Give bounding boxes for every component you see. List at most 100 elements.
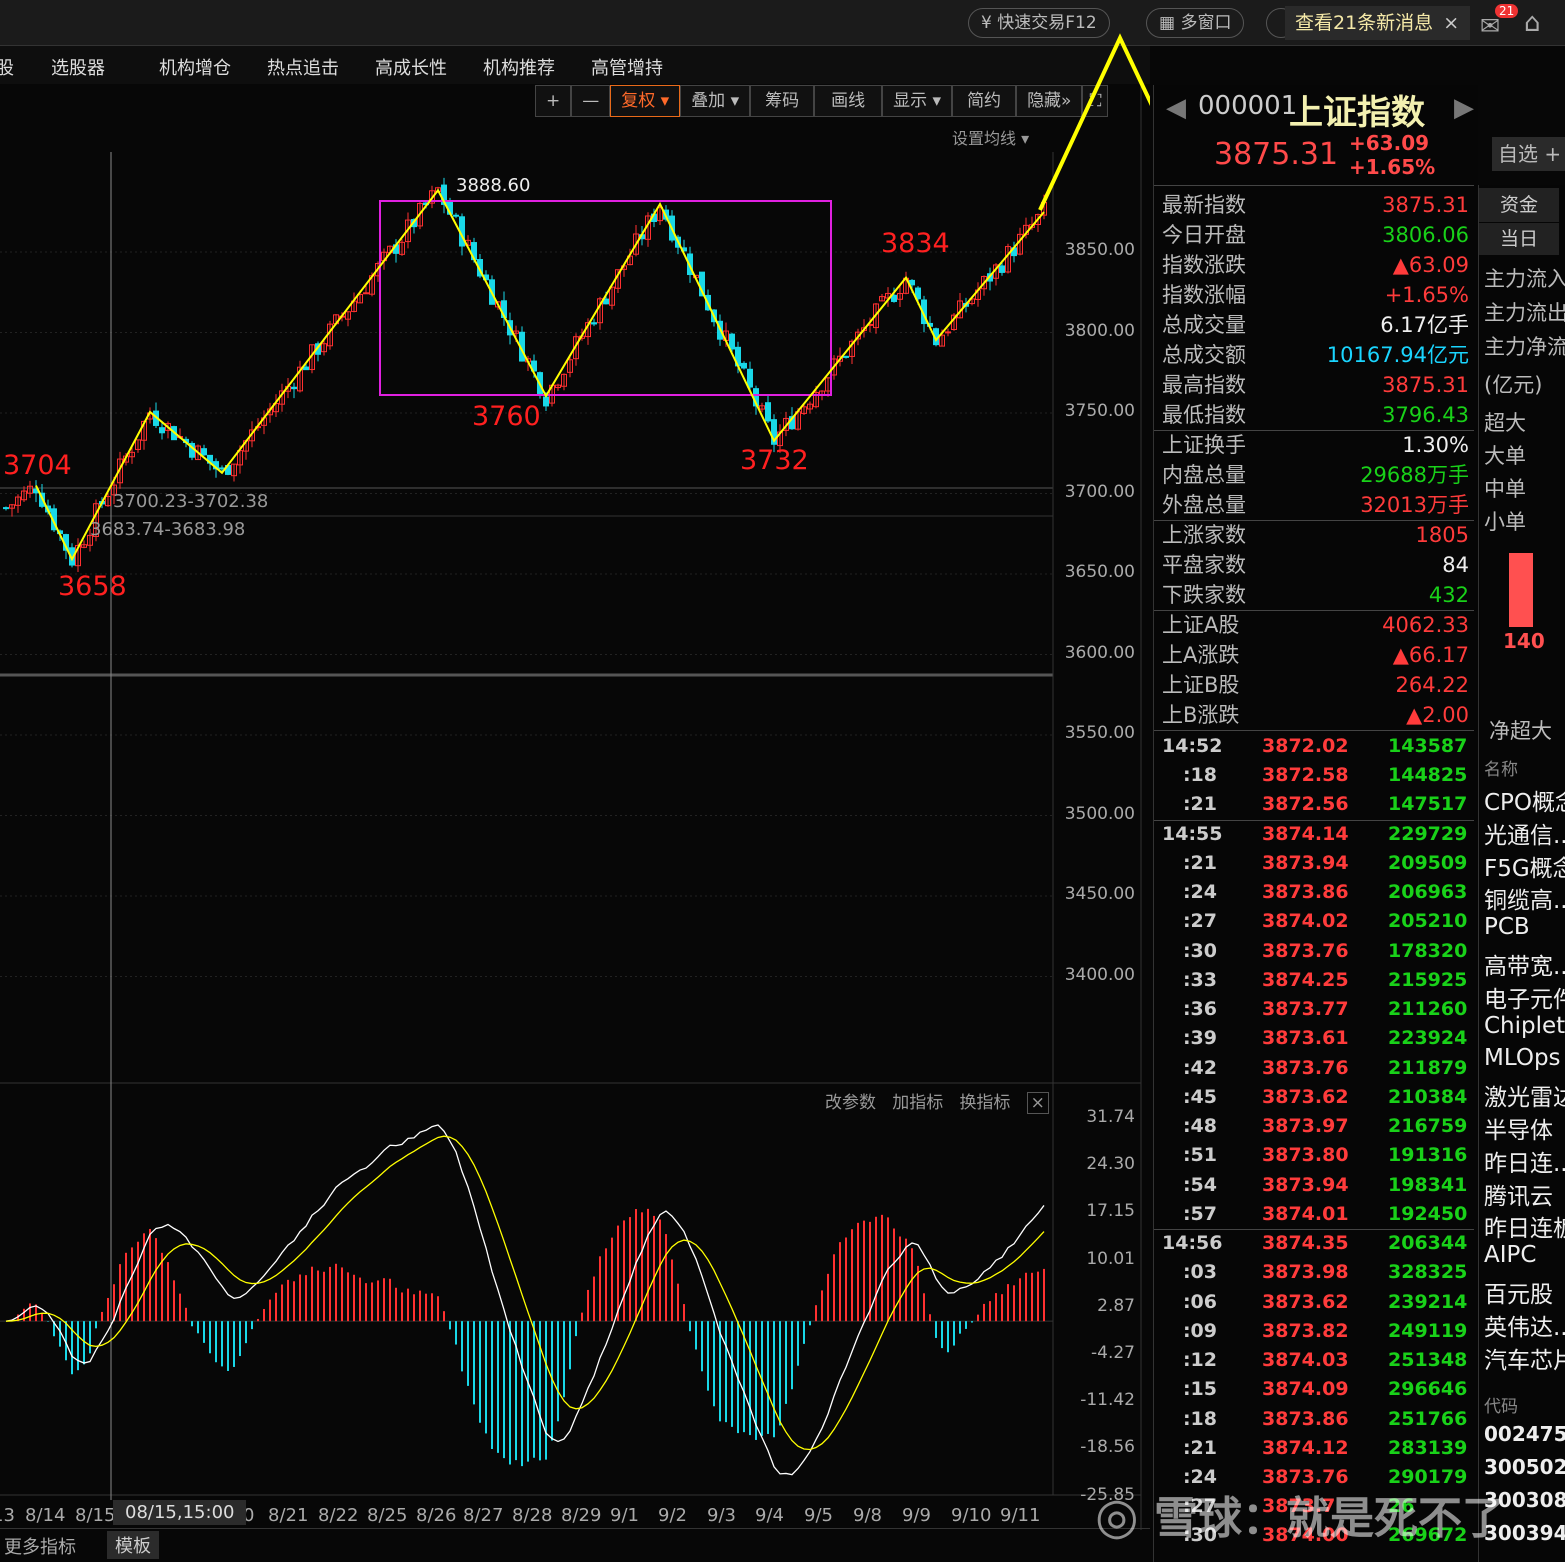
range-label: 3700.23-3702.38 bbox=[113, 491, 269, 512]
sector-item[interactable]: CPO概念 bbox=[1484, 783, 1565, 817]
tick-volume: 143587 bbox=[1388, 735, 1468, 757]
tick-row: :30 3873.76 178320 bbox=[1154, 937, 1467, 966]
tab-today[interactable]: 当日 bbox=[1479, 223, 1559, 255]
net-super-large-label: 净超大 bbox=[1489, 719, 1552, 743]
tick-volume: 198341 bbox=[1388, 1173, 1468, 1196]
stat-label: 上涨家数 bbox=[1162, 523, 1246, 547]
tick-row: :18 3872.58 144825 bbox=[1154, 761, 1467, 790]
tick-price: 3873.77 bbox=[1262, 998, 1349, 1021]
crosshair-date-label: 08/15,15:00 bbox=[113, 1500, 247, 1525]
bottom-bar: 更多指标 模板 bbox=[0, 1528, 1150, 1562]
tick-volume: 192450 bbox=[1388, 1202, 1468, 1225]
switch-indicator-button[interactable]: 换指标 bbox=[959, 1093, 1010, 1113]
stat-label: 上证换手 bbox=[1162, 433, 1246, 457]
sector-item[interactable]: AIPC bbox=[1484, 1242, 1536, 1268]
stock-code-item[interactable]: 002475 bbox=[1484, 1422, 1565, 1446]
template-button[interactable]: 模板 bbox=[107, 1531, 159, 1559]
tick-price: 3873.62 bbox=[1262, 1290, 1349, 1313]
tab-fund[interactable]: 资金 bbox=[1479, 188, 1559, 222]
sector-item[interactable]: PCB bbox=[1484, 914, 1530, 940]
sector-item[interactable]: 百元股 bbox=[1484, 1275, 1553, 1309]
price-tick-label: 3650.00 bbox=[1064, 562, 1135, 582]
stat-label: 最新指数 bbox=[1162, 193, 1246, 217]
stat-row: 上涨家数 1805 bbox=[1162, 520, 1469, 550]
macd-tick-label: 31.74 bbox=[1086, 1107, 1135, 1127]
sector-item[interactable]: 昨日连... bbox=[1484, 1144, 1565, 1178]
candle bbox=[543, 396, 549, 407]
next-stock-icon[interactable]: ▶ bbox=[1454, 93, 1474, 123]
name-header: 名称 bbox=[1484, 760, 1518, 780]
stat-value: 84 bbox=[1442, 553, 1469, 577]
prev-stock-icon[interactable]: ◀ bbox=[1166, 93, 1186, 123]
sector-item[interactable]: MLOps bbox=[1484, 1045, 1561, 1071]
tick-row: :24 3873.86 206963 bbox=[1154, 878, 1467, 907]
tick-volume: 216759 bbox=[1388, 1115, 1468, 1138]
more-indicators-button[interactable]: 更多指标 bbox=[4, 1533, 76, 1559]
stat-label: 今日开盘 bbox=[1162, 223, 1246, 247]
fund-label: (亿元) bbox=[1484, 373, 1543, 397]
sector-item[interactable]: Chiplet bbox=[1484, 1013, 1565, 1039]
message-notification-tab[interactable]: 查看21条新消息 × bbox=[1285, 6, 1470, 40]
sector-item[interactable]: 汽车芯片 bbox=[1484, 1341, 1565, 1375]
add-indicator-button[interactable]: 加指标 bbox=[892, 1093, 943, 1113]
sector-item[interactable]: 铜缆高... bbox=[1484, 881, 1565, 915]
close-icon[interactable]: × bbox=[1443, 12, 1459, 34]
tick-price: 3873.94 bbox=[1262, 1173, 1349, 1196]
stat-row: 今日开盘 3806.06 bbox=[1162, 220, 1469, 250]
sector-item[interactable]: 激光雷达 bbox=[1484, 1078, 1565, 1112]
add-watchlist-button[interactable]: 自选 + bbox=[1492, 137, 1565, 171]
stat-row: 内盘总量 29688万手 bbox=[1162, 460, 1469, 490]
tick-row: :33 3874.25 215925 bbox=[1154, 966, 1468, 995]
stock-code-item[interactable]: 300502 bbox=[1484, 1455, 1565, 1479]
sector-item[interactable]: 腾讯云 bbox=[1484, 1177, 1553, 1211]
candle bbox=[453, 214, 459, 217]
date-label: 9/5 bbox=[804, 1505, 833, 1526]
close-indicator-button[interactable]: × bbox=[1026, 1092, 1049, 1114]
tick-price: 3873.76 bbox=[1262, 1056, 1349, 1079]
candle bbox=[363, 292, 369, 295]
sector-item[interactable]: 英伟达... bbox=[1484, 1308, 1565, 1342]
kline-chart[interactable] bbox=[0, 0, 1150, 1530]
sector-item[interactable]: 高带宽... bbox=[1484, 947, 1565, 981]
tick-time: :15 bbox=[1182, 1378, 1217, 1401]
price-tick-label: 3600.00 bbox=[1064, 642, 1135, 663]
stat-row: 下跌家数 432 bbox=[1162, 580, 1469, 610]
tick-row: :36 3873.77 211260 bbox=[1154, 995, 1467, 1024]
price-tick-label: 3800.00 bbox=[1064, 320, 1135, 341]
quote-panel: ◀ ▶ 000001 上证指数 3875.31 +63.09 +1.65% 自选… bbox=[1153, 85, 1565, 1562]
tick-volume: 215925 bbox=[1388, 968, 1468, 991]
stat-row: 最新指数 3875.31 bbox=[1162, 190, 1469, 220]
multi-window-button[interactable]: ▦ 多窗口 bbox=[1146, 8, 1245, 38]
date-label: 9/11 bbox=[1000, 1505, 1041, 1526]
annotation-3834: 3834 bbox=[881, 228, 950, 259]
multi-window-label: 多窗口 bbox=[1180, 13, 1232, 33]
tick-volume: 249119 bbox=[1388, 1319, 1468, 1342]
stock-name: 上证指数 bbox=[1289, 93, 1425, 133]
tick-volume: 283139 bbox=[1388, 1436, 1468, 1459]
sector-item[interactable]: 半导体 bbox=[1484, 1111, 1553, 1145]
tick-row: :57 3874.01 192450 bbox=[1154, 1200, 1468, 1229]
date-label: 8/25 bbox=[367, 1505, 408, 1526]
price-tick-label: 3400.00 bbox=[1064, 964, 1135, 985]
candle bbox=[219, 467, 225, 470]
tick-row: :27 3874.02 205210 bbox=[1154, 907, 1467, 936]
tick-time: :42 bbox=[1182, 1056, 1217, 1079]
sector-item[interactable]: F5G概念 bbox=[1484, 849, 1565, 883]
change-params-button[interactable]: 改参数 bbox=[825, 1093, 876, 1113]
stat-value: +1.65% bbox=[1384, 283, 1469, 307]
tick-time: :24 bbox=[1182, 881, 1217, 904]
stat-label: 指数涨幅 bbox=[1162, 283, 1246, 307]
macd-tick-label: -11.42 bbox=[1080, 1390, 1135, 1411]
sector-item[interactable]: 光通信... bbox=[1484, 816, 1565, 850]
tick-volume: 206344 bbox=[1388, 1232, 1468, 1255]
candle bbox=[303, 366, 309, 371]
home-icon[interactable]: ⌂ bbox=[1524, 8, 1541, 38]
stat-value: 4062.33 bbox=[1382, 613, 1469, 637]
sector-item[interactable]: 昨日连板 bbox=[1484, 1209, 1565, 1243]
price-tick-label: 3500.00 bbox=[1064, 803, 1135, 824]
tick-price: 3873.61 bbox=[1262, 1027, 1349, 1050]
tick-row: :21 3873.94 209509 bbox=[1154, 849, 1467, 878]
sector-item[interactable]: 电子元件 bbox=[1484, 980, 1565, 1014]
tick-price: 3873.86 bbox=[1262, 881, 1349, 904]
stat-value: ▲2.00 bbox=[1406, 703, 1469, 727]
